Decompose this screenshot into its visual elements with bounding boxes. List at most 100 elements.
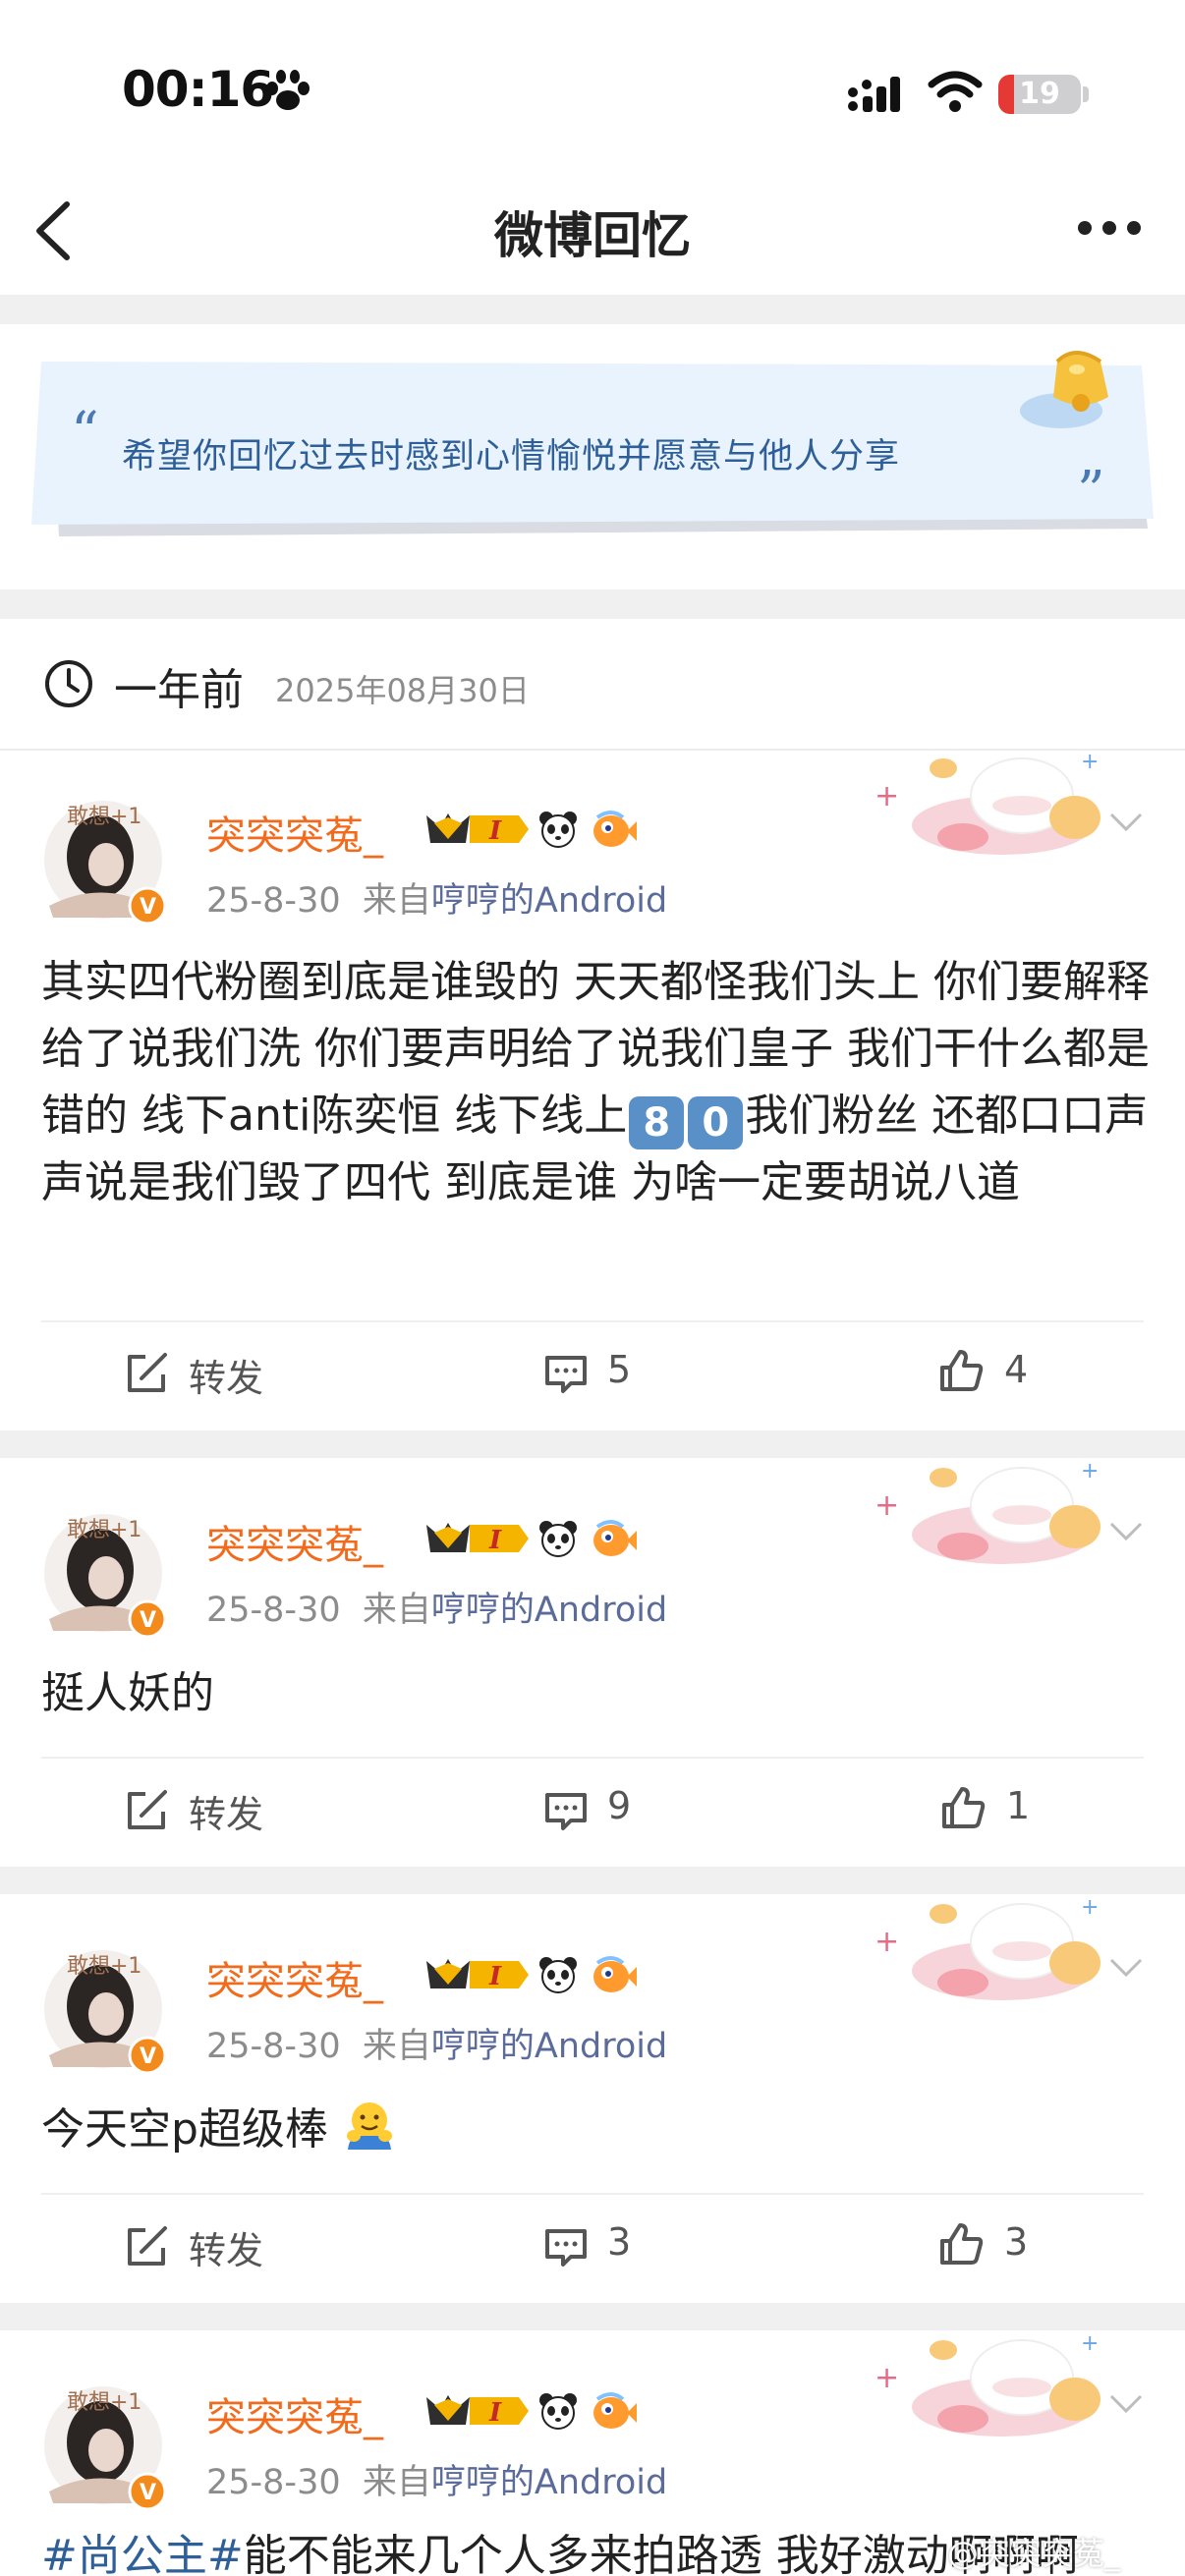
wifi-icon	[928, 71, 983, 112]
post-meta: 25-8-30 来自哼哼的Android	[206, 872, 667, 923]
memory-age: 一年前	[114, 665, 244, 715]
avatar[interactable]: 敢想+1 V	[39, 796, 167, 924]
fish-icon	[593, 811, 637, 847]
post-time: 25-8-30	[206, 1591, 341, 1630]
keycap-zero: 0	[688, 1096, 744, 1149]
post-separator	[0, 1430, 1185, 1458]
more-options-icon[interactable]	[1077, 218, 1142, 238]
post-source[interactable]: 哼哼的Android	[431, 1591, 667, 1630]
panda-icon	[539, 812, 577, 848]
post-content: 今天空p超级棒	[41, 2097, 1152, 2163]
fish-icon	[593, 1956, 637, 1992]
hashtag-link[interactable]: #尚公主#	[41, 2531, 244, 2576]
svg-text:V: V	[140, 2481, 156, 2505]
repost-label[interactable]: 转发	[189, 2220, 263, 2274]
like-icon[interactable]	[940, 1785, 986, 1830]
quote-open-mark: “	[71, 401, 99, 465]
vip-badge-icon: I	[426, 2395, 529, 2428]
avatar[interactable]: 敢想+1 V	[39, 1945, 167, 2073]
card-decoration: + +	[875, 1459, 1100, 1564]
svg-text:V: V	[140, 895, 156, 920]
post-card[interactable]: 敢想+1 V 突突突菟_ I 25-8-30 来自哼哼的Android + + …	[0, 1458, 1185, 1851]
like-count[interactable]: 1	[1006, 1784, 1030, 1827]
post-card[interactable]: 敢想+1 V 突突突菟_ I 25-8-30 来自哼哼的Android + + …	[0, 750, 1185, 1425]
card-decoration: + +	[875, 750, 1100, 855]
post-source[interactable]: 哼哼的Android	[431, 881, 667, 921]
repost-icon[interactable]	[124, 1788, 169, 1833]
section-gap	[0, 589, 1185, 619]
memory-date: 2025年08月30日	[275, 672, 530, 709]
panda-icon	[539, 2393, 577, 2430]
svg-text:I: I	[488, 816, 502, 846]
svg-text:I: I	[488, 2398, 502, 2428]
post-source[interactable]: 哼哼的Android	[431, 2027, 667, 2066]
svg-text:+: +	[1081, 2331, 1099, 2356]
post-from: 来自	[362, 1591, 431, 1630]
comment-icon[interactable]	[543, 1789, 589, 1834]
post-time: 25-8-30	[206, 2463, 341, 2502]
watermark: @突突突菟_	[947, 2535, 1121, 2572]
svg-text:I: I	[488, 1526, 502, 1555]
post-author[interactable]: 突突突菟_	[206, 1949, 383, 2006]
action-divider	[41, 1320, 1144, 1322]
clock-icon	[45, 660, 92, 707]
chevron-down-icon[interactable]	[1108, 1957, 1144, 1979]
post-meta: 25-8-30 来自哼哼的Android	[206, 1582, 667, 1632]
post-time: 25-8-30	[206, 2027, 341, 2066]
repost-icon[interactable]	[124, 2224, 169, 2269]
svg-text:+: +	[1081, 1895, 1099, 1920]
panda-icon	[539, 1521, 577, 1557]
panda-icon	[539, 1957, 577, 1993]
card-decoration: + +	[875, 2331, 1100, 2436]
svg-text:+: +	[875, 2361, 899, 2395]
chevron-down-icon[interactable]	[1108, 2393, 1144, 2415]
repost-label[interactable]: 转发	[189, 1348, 263, 1402]
vip-badge-icon: I	[426, 1523, 529, 1555]
post-from: 来自	[362, 2027, 431, 2066]
quote-text: 希望你回忆过去时感到心情愉悦并愿意与他人分享	[122, 437, 901, 476]
section-gap	[0, 295, 1185, 324]
fish-icon	[593, 1520, 637, 1556]
svg-text:V: V	[140, 1608, 156, 1633]
post-card[interactable]: 敢想+1 V 突突突菟_ I 25-8-30 来自哼哼的Android + + …	[0, 1894, 1185, 2287]
post-text: 今天空p超级棒	[41, 2104, 328, 2155]
comment-count[interactable]: 5	[607, 1348, 631, 1391]
svg-text:+: +	[1081, 1459, 1099, 1484]
post-source[interactable]: 哼哼的Android	[431, 2463, 667, 2502]
post-from: 来自	[362, 2463, 431, 2502]
repost-label[interactable]: 转发	[189, 1784, 263, 1838]
comment-count[interactable]: 9	[607, 1784, 631, 1827]
avatar[interactable]: 敢想+1 V	[39, 1509, 167, 1637]
chevron-down-icon[interactable]	[1108, 1521, 1144, 1542]
svg-text:敢想+1: 敢想+1	[67, 1518, 141, 1542]
action-divider	[41, 2193, 1144, 2195]
like-icon[interactable]	[938, 2221, 984, 2267]
vip-badge-icon: I	[426, 813, 529, 846]
svg-text:I: I	[488, 1962, 502, 1991]
status-time: 00:16	[122, 61, 274, 118]
post-author[interactable]: 突突突菟_	[206, 2385, 383, 2442]
like-count[interactable]: 3	[1004, 2220, 1028, 2264]
svg-text:敢想+1: 敢想+1	[67, 1954, 141, 1979]
battery-cap	[1083, 86, 1089, 102]
battery-indicator: 19	[998, 75, 1081, 114]
svg-text:+: +	[1081, 750, 1099, 774]
svg-text:+: +	[875, 779, 899, 813]
comment-icon[interactable]	[543, 2225, 589, 2270]
svg-text:敢想+1: 敢想+1	[67, 2390, 141, 2415]
like-icon[interactable]	[938, 1348, 984, 1393]
like-count[interactable]: 4	[1004, 1348, 1028, 1391]
post-meta: 25-8-30 来自哼哼的Android	[206, 2018, 667, 2068]
post-author[interactable]: 突突突菟_	[206, 804, 383, 861]
paw-icon	[266, 70, 310, 110]
keycap-eight: 8	[629, 1096, 685, 1149]
avatar[interactable]: 敢想+1 V	[39, 2381, 167, 2509]
svg-text:+: +	[875, 1488, 899, 1523]
repost-icon[interactable]	[124, 1351, 169, 1396]
chevron-down-icon[interactable]	[1108, 812, 1144, 833]
svg-text:敢想+1: 敢想+1	[67, 805, 141, 829]
post-author[interactable]: 突突突菟_	[206, 1513, 383, 1570]
post-meta: 25-8-30 来自哼哼的Android	[206, 2454, 667, 2504]
comment-count[interactable]: 3	[607, 2220, 631, 2264]
comment-icon[interactable]	[543, 1352, 589, 1397]
